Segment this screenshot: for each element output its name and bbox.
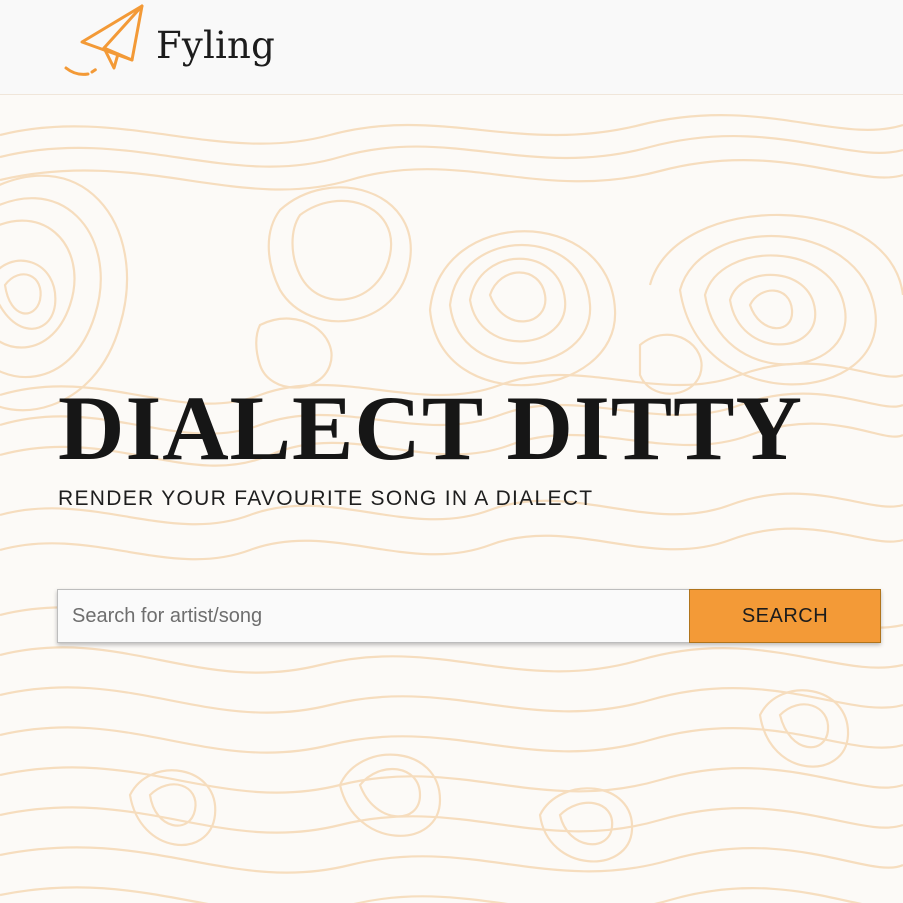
paper-plane-icon[interactable] xyxy=(60,2,150,80)
page-title: DIALECT DITTY xyxy=(58,377,803,479)
page: Fyling DIALECT DITTY RENDER YOUR FAVOURI… xyxy=(0,0,903,903)
search-input[interactable] xyxy=(57,589,689,643)
page-subtitle: RENDER YOUR FAVOURITE SONG IN A DIALECT xyxy=(58,487,594,510)
brand-name[interactable]: Fyling xyxy=(156,24,275,67)
search-form: SEARCH xyxy=(57,589,881,643)
search-button[interactable]: SEARCH xyxy=(689,589,881,643)
top-navigation-bar: Fyling xyxy=(0,0,903,95)
